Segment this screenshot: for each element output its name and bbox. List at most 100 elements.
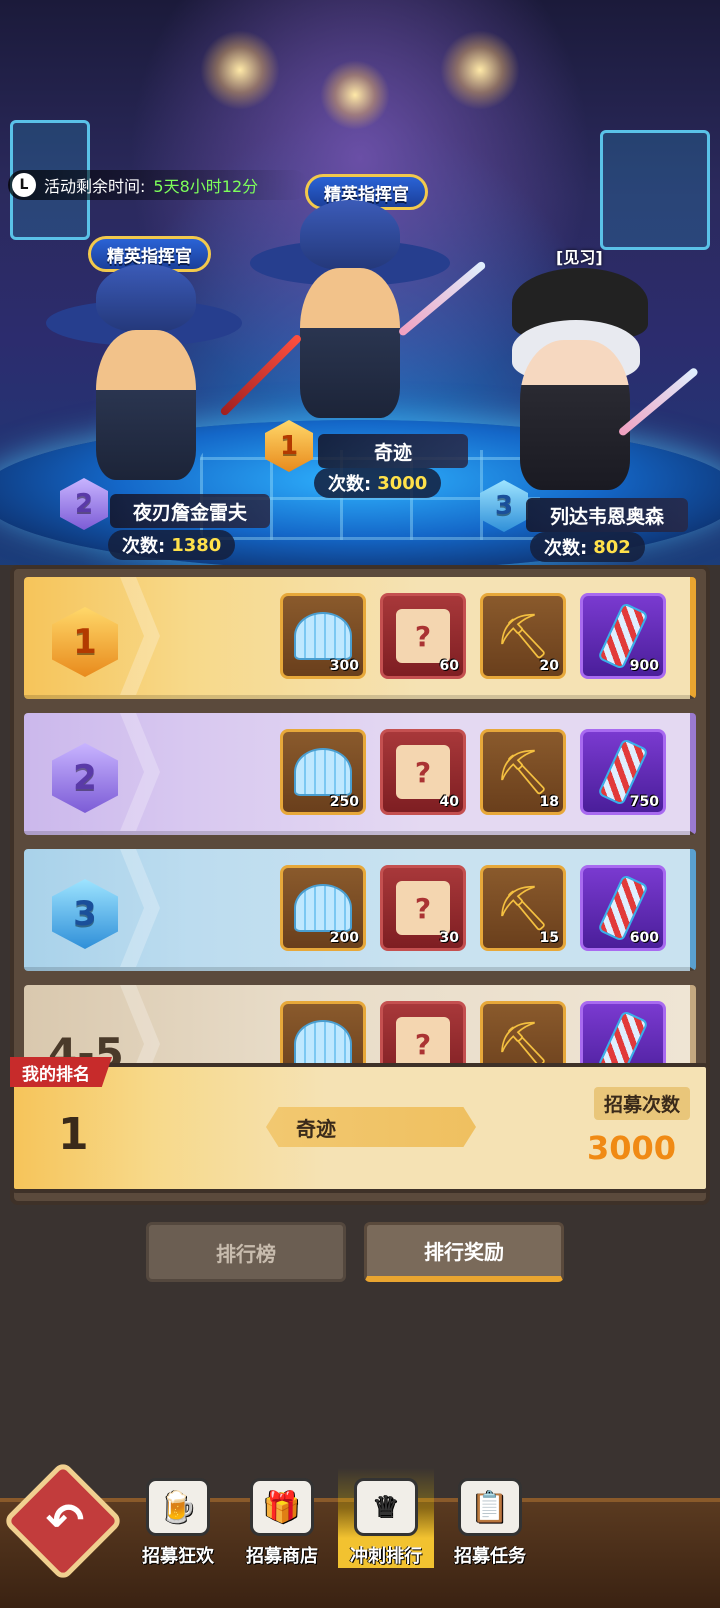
my-rank-tag: 我的排名 <box>10 1057 112 1087</box>
background-screen <box>600 130 710 250</box>
beer-mugs-icon: 🍺 <box>146 1478 210 1536</box>
nav-label: 招募任务 <box>454 1546 526 1567</box>
nav-recruit-shop[interactable]: 🎁 招募商店 <box>234 1468 330 1568</box>
nav-recruit-tasks[interactable]: 📋 招募任务 <box>442 1468 538 1568</box>
podium-crown-icon: ♛ <box>354 1478 418 1536</box>
reward-item-pickaxe[interactable]: ⛏ 15 <box>480 865 566 951</box>
reward-item-shell[interactable]: 300 <box>280 593 366 679</box>
my-rank-number: 1 <box>58 1109 89 1160</box>
reward-item-test-tube[interactable] <box>580 1001 666 1067</box>
item-quantity: 15 <box>539 930 559 946</box>
clock-icon: L <box>12 173 36 197</box>
count-plate-first: 次数: 3000 <box>314 468 442 498</box>
podium-scene: L 活动剩余时间: 5天8小时12分 精英指挥官 1 奇迹 次数: 3000 精… <box>0 0 720 565</box>
nav-recruit-carnival[interactable]: 🍺 招募狂欢 <box>130 1468 226 1568</box>
reward-item-puzzle[interactable]: ? 60 <box>380 593 466 679</box>
pickaxe-icon: ⛏ <box>495 747 551 798</box>
item-quantity: 600 <box>629 930 659 946</box>
my-count-label: 招募次数 <box>593 1087 690 1120</box>
back-arrow-icon: ↶ <box>45 1493 85 1547</box>
stage-light <box>200 30 280 110</box>
puzzle-icon: ? <box>396 881 450 935</box>
rank-badge: 3 <box>52 879 118 949</box>
tab-leaderboard[interactable]: 排行榜 <box>146 1222 346 1282</box>
item-quantity: 30 <box>439 930 459 946</box>
my-name: 奇迹 <box>266 1107 476 1147</box>
item-quantity: 18 <box>539 794 559 810</box>
timer-label: 活动剩余时间: <box>44 177 146 196</box>
shell-icon <box>294 1020 352 1067</box>
name-plate-first: 奇迹 <box>318 434 468 468</box>
gift-box-icon: 🎁 <box>250 1478 314 1536</box>
item-quantity: 750 <box>629 794 659 810</box>
puzzle-icon: ? <box>396 745 450 799</box>
row-chevron <box>120 985 160 1067</box>
name-plate-second: 夜刃詹金雷夫 <box>110 494 270 528</box>
task-list-icon: 📋 <box>458 1478 522 1536</box>
nav-label: 招募狂欢 <box>142 1546 214 1567</box>
shell-icon <box>294 884 352 932</box>
reward-item-pickaxe[interactable]: ⛏ 18 <box>480 729 566 815</box>
puzzle-icon: ? <box>396 1017 450 1067</box>
timer-value: 5天8小时12分 <box>153 177 259 196</box>
item-quantity: 250 <box>329 794 359 810</box>
hero-hat <box>96 264 196 332</box>
count-plate-third: 次数: 802 <box>530 532 645 562</box>
trainee-tag: [见习] <box>556 248 603 267</box>
reward-items: ? ⛏ <box>280 1001 666 1067</box>
count-label: 次数: <box>544 538 588 559</box>
row-chevron <box>120 849 160 967</box>
test-tube-icon <box>597 1009 649 1067</box>
rank-badge: 1 <box>52 607 118 677</box>
name-plate-third: 列达韦恩奥森 <box>526 498 688 532</box>
my-count-value: 3000 <box>586 1129 676 1167</box>
item-quantity: 900 <box>629 658 659 674</box>
hero-hat <box>300 200 400 270</box>
row-chevron <box>120 713 160 831</box>
reward-row-rank-1: 1 300 ? 60 ⛏ 20 900 <box>24 577 696 699</box>
my-rank-panel: 我的排名 1 奇迹 招募次数 3000 <box>10 1057 710 1193</box>
nav-label: 冲刺排行 <box>350 1546 422 1567</box>
count-value: 3000 <box>377 472 428 494</box>
rank-badge: 2 <box>52 743 118 813</box>
reward-items: 250 ? 40 ⛏ 18 750 <box>280 729 666 815</box>
tab-rank-rewards[interactable]: 排行奖励 <box>364 1222 564 1282</box>
reward-row-rank-4-5: 4-5 ? ⛏ <box>24 985 696 1067</box>
item-quantity: 20 <box>539 658 559 674</box>
reward-list[interactable]: 1 300 ? 60 ⛏ 20 900 2 250 ? 40 ⛏ 18 750 3 <box>24 577 696 1067</box>
count-value: 802 <box>593 536 631 558</box>
event-timer: L 活动剩余时间: 5天8小时12分 <box>8 170 308 200</box>
item-quantity: 200 <box>329 930 359 946</box>
reward-row-rank-2: 2 250 ? 40 ⛏ 18 750 <box>24 713 696 835</box>
nav-sprint-ranking[interactable]: ♛ 冲刺排行 <box>338 1468 434 1568</box>
shell-icon <box>294 748 352 796</box>
count-label: 次数: <box>328 474 372 495</box>
reward-item-test-tube[interactable]: 900 <box>580 593 666 679</box>
reward-item-shell[interactable]: 200 <box>280 865 366 951</box>
reward-item-pickaxe[interactable]: ⛏ <box>480 1001 566 1067</box>
row-chevron <box>120 577 160 695</box>
reward-row-rank-3: 3 200 ? 30 ⛏ 15 600 <box>24 849 696 971</box>
reward-item-puzzle[interactable]: ? 40 <box>380 729 466 815</box>
reward-items: 300 ? 60 ⛏ 20 900 <box>280 593 666 679</box>
count-plate-second: 次数: 1380 <box>108 530 236 560</box>
reward-item-test-tube[interactable]: 600 <box>580 865 666 951</box>
reward-item-test-tube[interactable]: 750 <box>580 729 666 815</box>
stage-light <box>320 60 390 130</box>
item-quantity: 300 <box>329 658 359 674</box>
hero-weapon <box>219 333 303 417</box>
pickaxe-icon: ⛏ <box>495 1019 551 1067</box>
count-label: 次数: <box>122 536 166 557</box>
reward-item-shell[interactable]: 250 <box>280 729 366 815</box>
reward-item-puzzle[interactable]: ? 30 <box>380 865 466 951</box>
pickaxe-icon: ⛏ <box>495 611 551 662</box>
nav-label: 招募商店 <box>246 1546 318 1567</box>
count-value: 1380 <box>171 534 222 556</box>
reward-item-shell[interactable] <box>280 1001 366 1067</box>
reward-item-puzzle[interactable]: ? <box>380 1001 466 1067</box>
item-quantity: 60 <box>439 658 459 674</box>
puzzle-icon: ? <box>396 609 450 663</box>
stage-light <box>440 30 520 110</box>
pickaxe-icon: ⛏ <box>495 883 551 934</box>
reward-item-pickaxe[interactable]: ⛏ 20 <box>480 593 566 679</box>
